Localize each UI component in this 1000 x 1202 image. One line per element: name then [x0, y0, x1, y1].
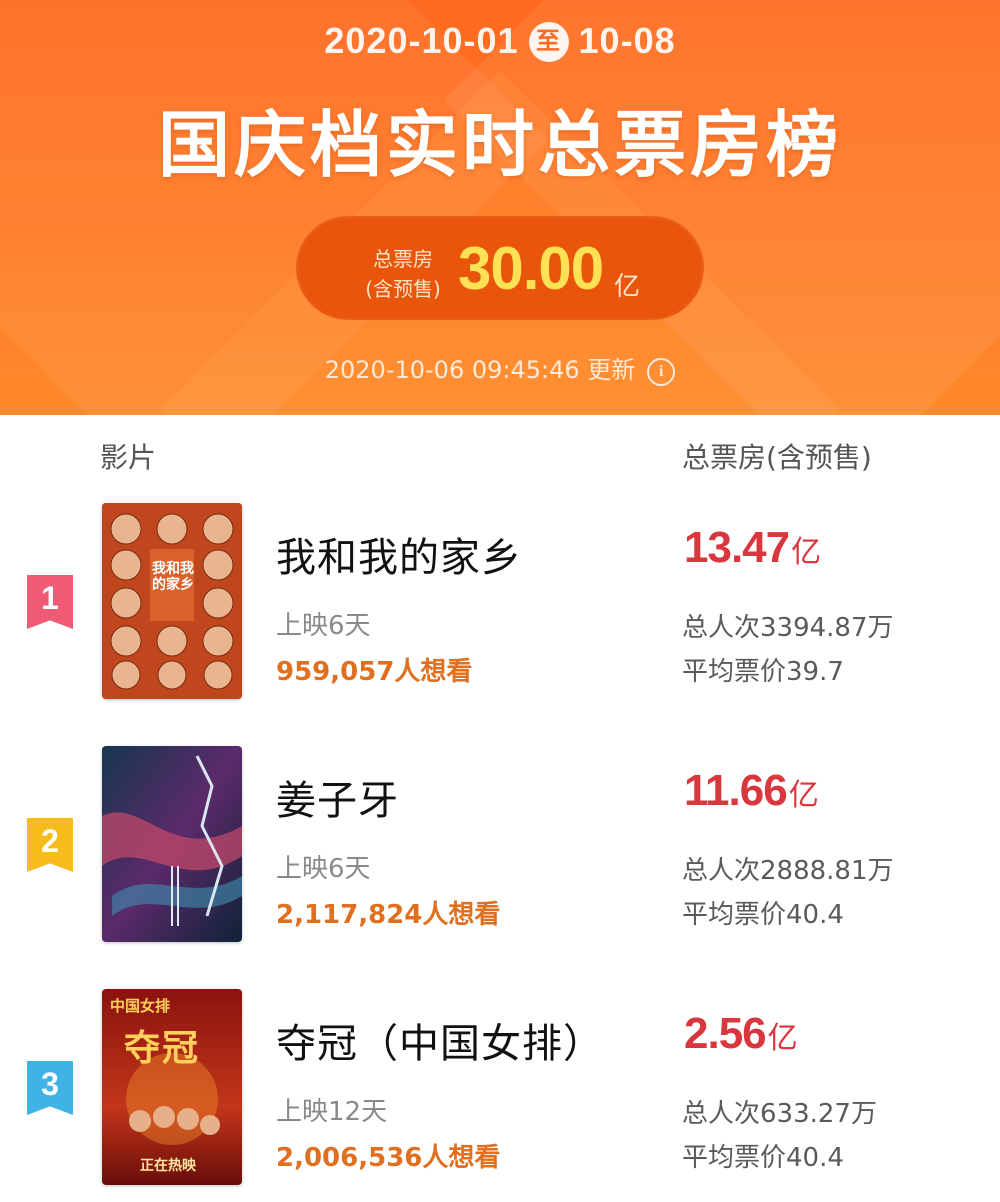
film-days: 上映6天 [276, 854, 371, 884]
total-label: 总票房 [373, 247, 433, 271]
column-header-box-office: 总票房(含预售) [682, 441, 872, 474]
film-poster[interactable]: 中国女排 夺冠 正在热映 [102, 989, 242, 1185]
box-office-number: 13.47 [684, 523, 790, 572]
admissions: 总人次2888.81万 [682, 856, 894, 886]
average-price: 平均票价40.4 [682, 1143, 844, 1173]
page-title: 国庆档实时总票房榜 [157, 103, 842, 187]
rank-badge: 3 [27, 1061, 73, 1115]
film-title[interactable]: 姜子牙 [276, 768, 399, 826]
total-value: 30.00 [458, 235, 604, 302]
average-price: 平均票价40.4 [682, 900, 844, 930]
box-office-value: 2.56亿 [684, 1009, 798, 1059]
poster-tagline: 正在热映 [140, 1158, 196, 1174]
film-days: 上映12天 [276, 1097, 388, 1127]
film-row-3[interactable]: 3 中国女排 夺冠 正在热映 夺冠（中国女排） 上映12天 2,006,536人… [0, 989, 1000, 1189]
update-time: 2020-10-06 09:45:46 更新 [324, 356, 636, 384]
rank-badge: 1 [27, 575, 73, 629]
date-range: 2020-10-01 至 10-08 [0, 20, 1000, 62]
box-office-unit: 亿 [791, 536, 822, 569]
film-row-2[interactable]: 2 姜子牙 上映6天 2,117,824人想看 11.66亿 总人次2888.8… [0, 746, 1000, 946]
poster-title: 我和我的家乡 [152, 561, 194, 593]
box-office-number: 11.66 [684, 766, 788, 815]
average-price: 平均票价39.7 [682, 657, 844, 687]
info-icon[interactable]: i [647, 358, 676, 386]
poster-art [102, 746, 242, 942]
admissions: 总人次633.27万 [682, 1099, 877, 1129]
film-row-1[interactable]: 1 我和我的家乡 我和我的家乡 上映6天 959,057人想看 13.47亿 总… [0, 503, 1000, 703]
film-title[interactable]: 夺冠（中国女排） [276, 1011, 604, 1069]
date-start: 2020-10-01 [324, 20, 519, 61]
total-label-presale: (含预售) [365, 277, 441, 301]
total-box-office-pill: 总票房 (含预售) 30.00 亿 [296, 216, 704, 320]
poster-title: 夺冠 [124, 1028, 201, 1069]
film-poster[interactable]: 我和我的家乡 [102, 503, 242, 699]
total-unit: 亿 [614, 272, 641, 302]
box-office-number: 2.56 [684, 1009, 767, 1058]
column-header-film: 影片 [100, 441, 157, 474]
film-want-count: 959,057人想看 [276, 657, 473, 687]
box-office-unit: 亿 [767, 1022, 798, 1055]
date-separator-badge: 至 [528, 22, 569, 62]
box-office-unit: 亿 [788, 779, 819, 812]
rank-badge: 2 [27, 818, 73, 872]
update-time-line: 2020-10-06 09:45:46 更新 i [0, 350, 1000, 386]
box-office-value: 11.66亿 [684, 766, 819, 816]
poster-subtitle: 中国女排 [110, 997, 171, 1015]
film-title[interactable]: 我和我的家乡 [276, 525, 522, 583]
date-end: 10-08 [578, 20, 676, 61]
film-want-count: 2,117,824人想看 [276, 900, 501, 930]
header-banner: 2020-10-01 至 10-08 国庆档实时总票房榜 总票房 (含预售) 30.… [0, 0, 1000, 415]
admissions: 总人次3394.87万 [682, 613, 894, 643]
film-poster[interactable] [102, 746, 242, 942]
box-office-value: 13.47亿 [684, 523, 821, 573]
film-days: 上映6天 [276, 611, 371, 641]
film-want-count: 2,006,536人想看 [276, 1143, 501, 1173]
poster-art [102, 503, 242, 699]
